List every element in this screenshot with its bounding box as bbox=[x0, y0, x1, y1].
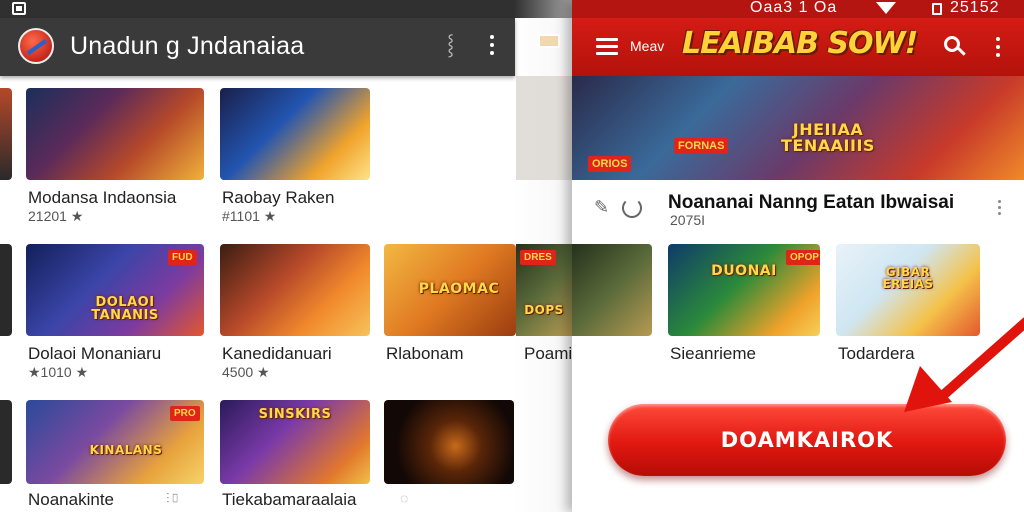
left-app: Unadun g Jndanaiaa ⸾ Modansa Indaonsia 2… bbox=[0, 0, 593, 512]
thumbnail-banner: GIBAR EREIAS bbox=[882, 265, 934, 291]
more-options-icon[interactable] bbox=[488, 35, 496, 59]
status-time: Oaa3 1 Oa bbox=[750, 0, 838, 16]
item-title: Rlabonam bbox=[386, 344, 464, 363]
partial-thumbnail[interactable] bbox=[0, 244, 12, 336]
thumbnail-tag: FUD bbox=[168, 250, 197, 265]
hero-banner[interactable]: JHEIIAA TENAAIIIS ORIOS FORNAS bbox=[572, 76, 1024, 180]
more-options-icon[interactable] bbox=[996, 200, 1002, 220]
hero-title: Noananai Nanng Eatan Ibwaisai bbox=[668, 192, 955, 213]
mic-icon[interactable]: ⸾ bbox=[447, 34, 457, 56]
hero-tag: FORNAS bbox=[674, 138, 729, 154]
screen: Unadun g Jndanaiaa ⸾ Modansa Indaonsia 2… bbox=[0, 0, 1024, 512]
game-thumbnail[interactable]: DUONAI OPOP bbox=[668, 244, 820, 336]
hamburger-menu-icon[interactable] bbox=[596, 38, 618, 56]
item-title: Sieanrieme bbox=[670, 344, 756, 363]
thumbnail-tag: DRES bbox=[520, 250, 556, 265]
pointer-arrow-icon bbox=[904, 317, 1024, 412]
folder-icon[interactable] bbox=[538, 34, 560, 48]
status-bar bbox=[0, 0, 572, 18]
item-title: Raobay Raken bbox=[222, 188, 335, 207]
app-bar: Unadun g Jndanaiaa ⸾ bbox=[0, 18, 515, 76]
app-bar: Meav LEAIBAB SOW! bbox=[572, 18, 1024, 76]
game-thumbnail[interactable] bbox=[572, 244, 652, 336]
item-title: Noanakinte bbox=[28, 490, 115, 509]
thumbnail-tag: PRO bbox=[170, 406, 200, 421]
thumbnail-banner: DOPS bbox=[524, 303, 564, 317]
game-thumbnail[interactable] bbox=[220, 244, 370, 336]
more-options-icon[interactable] bbox=[994, 37, 1002, 61]
search-icon[interactable] bbox=[944, 36, 966, 58]
item-meta: 4500 ★ bbox=[222, 364, 270, 380]
app-logo-icon[interactable] bbox=[18, 28, 54, 64]
item-title: Dolaoi Monaniaru bbox=[28, 344, 162, 363]
item-title: Tiekabamaraalaia bbox=[222, 490, 357, 509]
thumbnail-banner: SINSKIRS bbox=[258, 407, 332, 422]
thumbnail-banner: PLAOMAC bbox=[418, 281, 500, 297]
item-meta: 21201 ★ bbox=[28, 208, 84, 224]
thumbnail-tag: OPOP bbox=[786, 250, 820, 265]
battery-icon bbox=[932, 3, 942, 15]
overlay-thumbnail bbox=[516, 76, 572, 180]
wifi-icon bbox=[876, 2, 896, 14]
item-meta: #1101 ★ bbox=[222, 208, 277, 224]
notification-icon bbox=[12, 2, 26, 15]
partial-thumbnail[interactable] bbox=[0, 400, 12, 484]
game-thumbnail[interactable]: PLAOMAC bbox=[384, 244, 516, 336]
game-thumbnail[interactable]: KINALANS PRO bbox=[26, 400, 204, 484]
status-bar: Oaa3 1 Oa 25152 bbox=[572, 0, 1024, 18]
hero-meta: 2075I bbox=[670, 212, 706, 228]
game-thumbnail[interactable] bbox=[26, 88, 204, 180]
pin-icon[interactable]: ✎ bbox=[594, 198, 616, 216]
right-app: Oaa3 1 Oa 25152 Meav LEAIBAB SOW! JHEIIA… bbox=[572, 0, 1024, 512]
game-thumbnail[interactable]: SINSKIRS bbox=[220, 400, 370, 484]
game-thumbnail[interactable] bbox=[220, 88, 370, 180]
item-title: Modansa Indaonsia bbox=[28, 188, 177, 207]
app-title: Unadun g Jndanaiaa bbox=[70, 32, 305, 60]
game-thumbnail[interactable]: DOLAOI TANANIS FUD bbox=[26, 244, 204, 336]
thumbnail-banner: DUONAI bbox=[711, 263, 777, 279]
hero-tag: ORIOS bbox=[588, 156, 632, 172]
refresh-icon[interactable] bbox=[622, 198, 642, 218]
partial-thumbnail[interactable] bbox=[0, 88, 12, 180]
item-title: Kanedidanuari bbox=[222, 344, 332, 363]
app-logo: LEAIBAB SOW! bbox=[682, 26, 918, 61]
game-thumbnail[interactable] bbox=[384, 400, 514, 484]
game-thumbnail[interactable]: DRES DOPS bbox=[516, 244, 572, 336]
thumbnail-banner: DOLAOI TANANIS bbox=[91, 295, 159, 323]
thumbnail-banner: KINALANS bbox=[89, 443, 163, 457]
action-icon[interactable]: ◌ bbox=[400, 490, 408, 506]
menu-label[interactable]: Meav bbox=[630, 38, 664, 54]
hero-banner-title: JHEIIAA TENAAIIIS bbox=[781, 120, 875, 155]
item-meta: ★1010 ★ bbox=[28, 364, 89, 380]
share-icon[interactable]: ⫶▯ bbox=[166, 490, 181, 507]
status-clock: 25152 bbox=[950, 0, 1000, 16]
